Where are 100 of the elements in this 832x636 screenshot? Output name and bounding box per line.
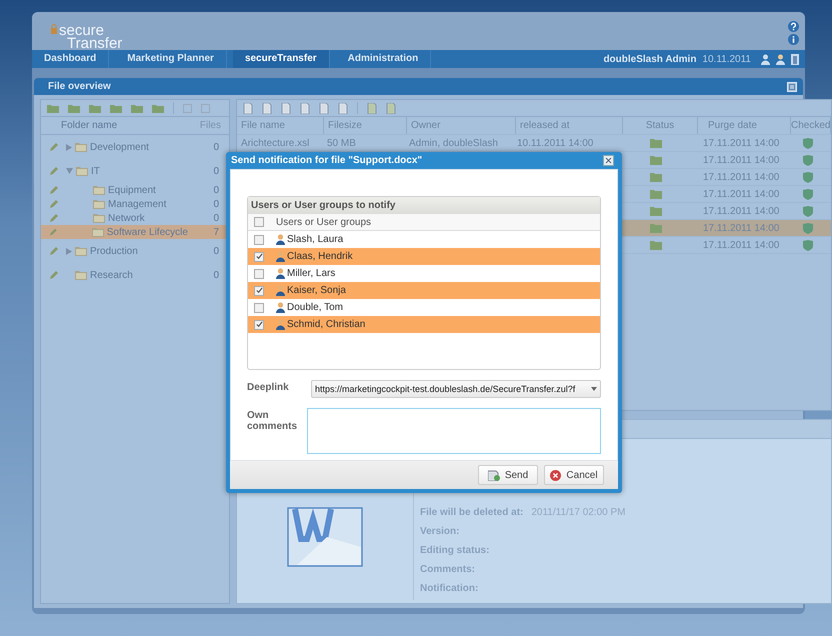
app-logo: secure Transfer — [32, 12, 122, 50]
folder-name: Research — [90, 270, 133, 280]
column-header[interactable]: Checked — [791, 117, 832, 134]
user-icon — [276, 285, 285, 296]
user-row[interactable]: Claas, Hendrik — [248, 248, 600, 265]
folder-icon[interactable] — [68, 103, 80, 113]
checkbox[interactable] — [254, 320, 264, 330]
pencil-icon[interactable] — [49, 246, 58, 256]
user-name: Claas, Hendrik — [287, 251, 353, 262]
document-icon[interactable] — [243, 102, 253, 114]
current-date: 10.11.2011 — [702, 54, 751, 64]
checkbox[interactable] — [254, 302, 264, 312]
user-row[interactable]: Kaiser, Sonja — [248, 282, 600, 299]
shield-icon — [803, 188, 814, 200]
column-header[interactable]: File name — [237, 117, 324, 134]
table-cell: 17.11.2011 14:00 — [703, 206, 780, 216]
user-icon — [276, 302, 285, 313]
column-header[interactable]: Filesize — [324, 117, 407, 134]
folder-icon — [650, 206, 662, 216]
collapsed-arrow-icon[interactable] — [66, 248, 72, 254]
user-row[interactable]: Schmid, Christian — [248, 316, 600, 333]
document-icon[interactable] — [300, 102, 310, 114]
nav-tab[interactable]: secureTransfer — [232, 50, 330, 68]
pencil-icon[interactable] — [49, 270, 58, 280]
user-icon — [276, 234, 285, 245]
maximize-icon[interactable] — [787, 82, 797, 92]
collapsed-arrow-icon[interactable] — [66, 144, 72, 150]
shield-icon — [803, 222, 814, 234]
column-header[interactable]: Purge date — [698, 117, 791, 134]
tree-row[interactable]: Production 0 — [41, 239, 229, 263]
document-icon — [287, 507, 363, 567]
document-icon[interactable] — [386, 102, 396, 114]
checkbox[interactable] — [254, 234, 264, 244]
folder-icon[interactable] — [89, 103, 101, 113]
table-cell: 10.11.2011 14:00 — [517, 138, 594, 148]
user-row[interactable]: Slash, Laura — [248, 231, 600, 248]
column-header[interactable]: released at — [516, 117, 623, 134]
column-header[interactable]: Users or User groups — [276, 216, 372, 228]
user-row[interactable]: Miller, Lars — [248, 265, 600, 282]
document-icon[interactable] — [338, 102, 348, 114]
pencil-icon[interactable] — [49, 166, 58, 176]
tree-row[interactable]: Network 0 — [41, 211, 229, 225]
detail-label: Comments: — [420, 564, 476, 575]
help-icon[interactable] — [788, 21, 799, 32]
document-icon[interactable] — [319, 102, 329, 114]
checkbox[interactable] — [254, 252, 264, 262]
column-header[interactable]: Folder name — [41, 120, 185, 131]
shield-icon — [803, 206, 814, 216]
deeplink-select[interactable]: https://marketingcockpit-test.doubleslash.de/SecureTransfer.zul?f — [311, 380, 601, 398]
checkbox[interactable] — [254, 217, 264, 227]
expanded-arrow-icon[interactable] — [66, 168, 73, 174]
checkbox[interactable] — [254, 286, 264, 296]
folder-name: Production — [90, 246, 138, 256]
tree-row[interactable]: Equipment 0 — [41, 183, 229, 197]
user-row[interactable]: Double, Tom — [248, 299, 600, 316]
checkbox[interactable] — [254, 268, 264, 278]
detail-label: File will be deleted at: — [420, 507, 524, 518]
tree-row[interactable]: Management 0 — [41, 197, 229, 211]
folder-icon[interactable] — [110, 103, 122, 113]
tree-row[interactable]: IT 0 — [41, 159, 229, 183]
folder-icon[interactable] — [131, 103, 143, 113]
document-icon[interactable] — [367, 102, 377, 114]
tree-row[interactable]: Software Lifecycle 7 — [41, 225, 229, 239]
folder-icon — [76, 166, 88, 176]
folder-name: Equipment — [108, 184, 156, 196]
person-icon[interactable] — [761, 54, 770, 64]
folder-icon — [650, 155, 662, 165]
info-icon[interactable] — [788, 34, 799, 45]
table-cell: 50 MB — [327, 138, 356, 148]
folder-icon — [93, 199, 105, 209]
nav-tab[interactable]: Marketing Planner — [115, 50, 227, 68]
tree-row[interactable]: Research 0 — [41, 263, 229, 287]
send-icon — [488, 470, 500, 480]
tree-row[interactable]: Development 0 — [41, 135, 229, 159]
nav-tab[interactable]: Dashboard — [32, 50, 110, 68]
send-button[interactable]: Send — [478, 465, 538, 485]
file-count: 0 — [212, 246, 220, 256]
close-icon[interactable] — [603, 155, 614, 166]
document-icon[interactable] — [281, 102, 291, 114]
group-title: Users or User groups to notify — [248, 197, 600, 214]
nav-tab[interactable]: Administration — [336, 50, 432, 68]
folder-icon — [650, 240, 662, 250]
table-cell: 17.11.2011 14:00 — [703, 138, 780, 148]
panel-title: File overview — [48, 81, 111, 92]
user-icon — [276, 319, 285, 330]
door-icon[interactable] — [791, 54, 799, 64]
pencil-icon[interactable] — [49, 142, 58, 152]
shield-icon — [803, 154, 814, 166]
column-header[interactable]: Status — [623, 117, 698, 134]
cancel-button[interactable]: Cancel — [544, 465, 604, 485]
document-icon[interactable] — [262, 102, 272, 114]
folder-icon[interactable] — [47, 103, 59, 113]
table-cell: Admin, doubleSlash — [409, 138, 498, 148]
caret-icon — [591, 387, 597, 391]
folder-name: Network — [108, 212, 145, 224]
folder-icon[interactable] — [152, 103, 164, 113]
file-count: 0 — [212, 198, 220, 210]
person-icon[interactable] — [776, 54, 785, 64]
comments-field[interactable] — [307, 408, 601, 454]
column-header[interactable]: Owner — [407, 117, 516, 134]
